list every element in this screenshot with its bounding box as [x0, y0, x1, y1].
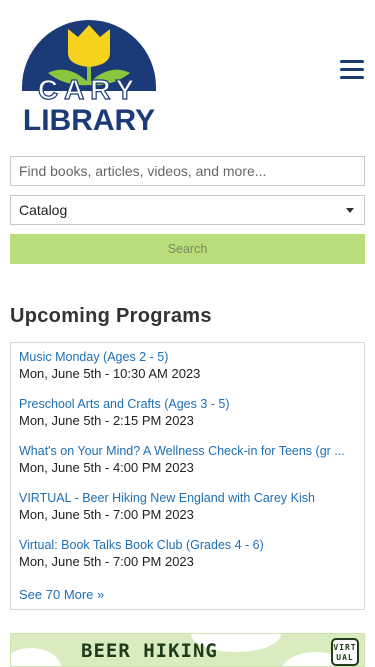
- program-title-link[interactable]: What's on Your Mind? A Wellness Check-in…: [19, 444, 357, 459]
- program-title-link[interactable]: Music Monday (Ages 2 - 5): [19, 350, 357, 365]
- cary-library-logo[interactable]: CARY LIBRARY: [18, 17, 160, 135]
- hamburger-menu-icon[interactable]: [340, 60, 366, 82]
- banner-title: BEER HIKING: [81, 640, 218, 662]
- program-date: Mon, June 5th - 10:30 AM 2023: [19, 366, 201, 381]
- program-title-link[interactable]: VIRTUAL - Beer Hiking New England with C…: [19, 491, 357, 506]
- caret-down-icon: [346, 208, 354, 213]
- program-date: Mon, June 5th - 2:15 PM 2023: [19, 413, 194, 428]
- cloud-decoration: [11, 648, 61, 666]
- logo-line1: CARY: [38, 74, 140, 105]
- promo-banner[interactable]: BEER HIKING VIRT UAL: [10, 633, 365, 667]
- virtual-badge: VIRT UAL: [331, 638, 359, 666]
- programs-list: Music Monday (Ages 2 - 5) Mon, June 5th …: [10, 342, 365, 610]
- virtual-badge-line1: VIRT: [333, 643, 357, 652]
- search-button[interactable]: Search: [10, 234, 365, 264]
- search-scope-value: Catalog: [19, 202, 68, 218]
- section-title-upcoming-programs: Upcoming Programs: [10, 305, 212, 327]
- program-item: VIRTUAL - Beer Hiking New England with C…: [19, 491, 356, 538]
- program-item: Virtual: Book Talks Book Club (Grades 4 …: [19, 538, 356, 585]
- program-date: Mon, June 5th - 7:00 PM 2023: [19, 554, 194, 569]
- program-item: Preschool Arts and Crafts (Ages 3 - 5) M…: [19, 397, 356, 444]
- program-title-link[interactable]: Preschool Arts and Crafts (Ages 3 - 5): [19, 397, 357, 412]
- see-more-link[interactable]: See 70 More »: [19, 587, 356, 602]
- search-input[interactable]: [10, 156, 365, 186]
- program-item: What's on Your Mind? A Wellness Check-in…: [19, 444, 356, 491]
- program-date: Mon, June 5th - 4:00 PM 2023: [19, 460, 194, 475]
- site-header: CARY LIBRARY: [0, 0, 375, 150]
- program-item: Music Monday (Ages 2 - 5) Mon, June 5th …: [19, 350, 356, 397]
- logo-line2: LIBRARY: [23, 104, 155, 135]
- virtual-badge-line2: UAL: [336, 653, 354, 662]
- program-date: Mon, June 5th - 7:00 PM 2023: [19, 507, 194, 522]
- search-scope-select[interactable]: Catalog: [10, 195, 365, 225]
- program-title-link[interactable]: Virtual: Book Talks Book Club (Grades 4 …: [19, 538, 357, 553]
